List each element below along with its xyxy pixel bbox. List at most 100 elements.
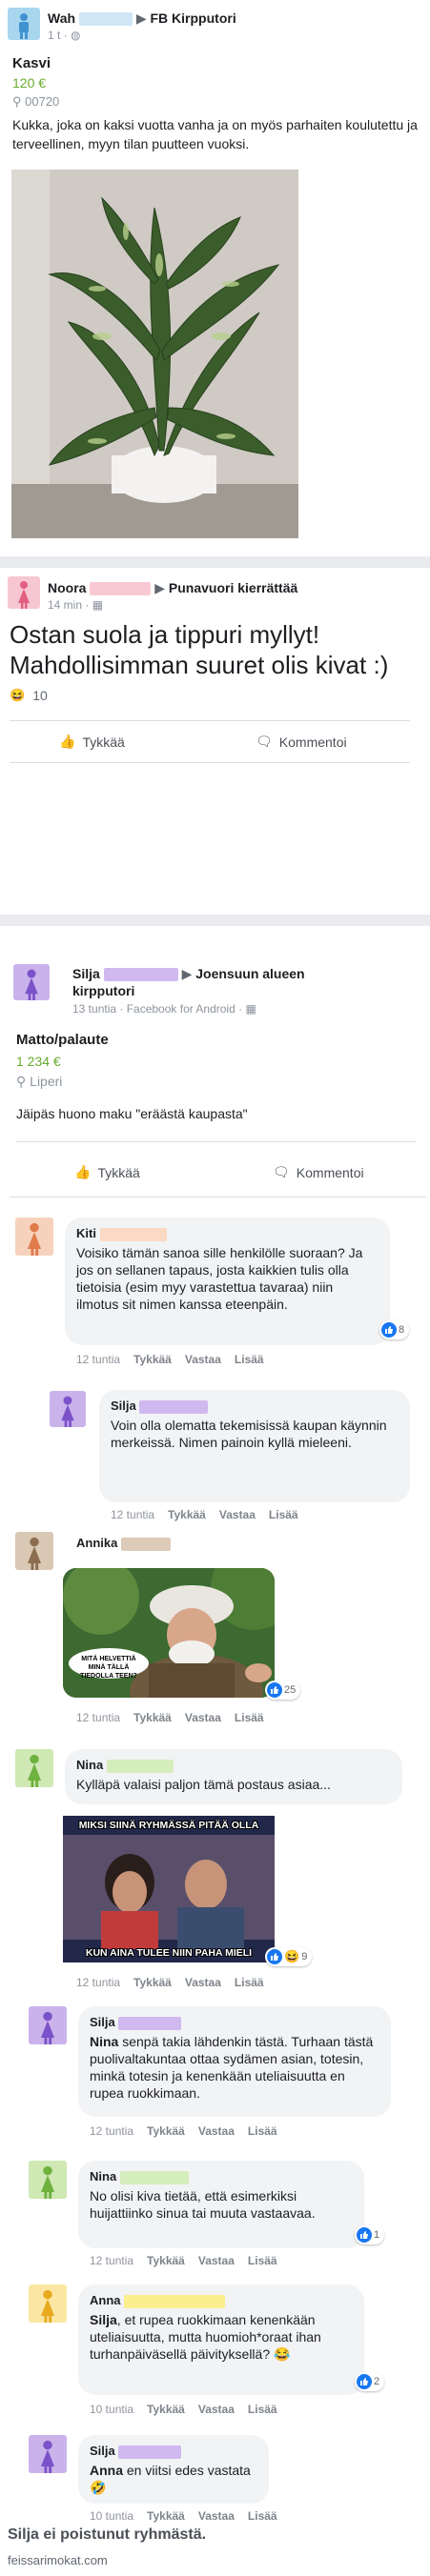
- avatar[interactable]: [8, 8, 40, 40]
- comment-author[interactable]: Silja: [90, 2014, 379, 2031]
- comment-actions: 12 tuntia Tykkää Vastaa Lisää: [111, 1508, 298, 1521]
- reply-link[interactable]: Vastaa: [185, 1711, 221, 1724]
- more-link[interactable]: Lisää: [269, 1508, 298, 1521]
- reply-link[interactable]: Vastaa: [198, 2509, 235, 2523]
- avatar[interactable]: [29, 2006, 67, 2044]
- redacted-name: [118, 2445, 182, 2459]
- like-button[interactable]: 👍 Tykkää: [74, 1164, 140, 1180]
- comment-button[interactable]: 🗨 Kommentoi: [256, 734, 347, 750]
- more-link[interactable]: Lisää: [235, 1711, 264, 1724]
- reaction-count[interactable]: 😆 9: [265, 1947, 313, 1966]
- avatar[interactable]: [13, 964, 50, 1000]
- divider: [10, 720, 410, 721]
- reaction-count[interactable]: 25: [265, 1680, 301, 1700]
- thumbs-up-icon: 👍: [74, 1164, 92, 1179]
- item-title: Matto/palaute: [16, 1032, 109, 1048]
- more-link[interactable]: Lisää: [235, 1353, 264, 1366]
- avatar[interactable]: [29, 2161, 67, 2199]
- comment-author[interactable]: Nina: [90, 2168, 353, 2185]
- reaction-summary[interactable]: 😆 10: [10, 688, 48, 703]
- meme-caption: MITÄ HELVETTIÄ MINÄ TÄLLÄ TIEDOLLA TEEN?: [80, 1656, 137, 1680]
- like-button[interactable]: 👍 Tykkää: [59, 734, 125, 750]
- like-icon: [357, 2227, 372, 2243]
- like-link[interactable]: Tykkää: [133, 1353, 172, 1366]
- comment-author[interactable]: Kiti: [76, 1225, 379, 1242]
- avatar[interactable]: [15, 1749, 53, 1787]
- reply-link[interactable]: Vastaa: [198, 2124, 235, 2138]
- reaction-count[interactable]: 2: [355, 2372, 385, 2391]
- mention[interactable]: Nina: [90, 2034, 118, 2049]
- comment-bubble: Silja Voin olla olematta tekemisissä kau…: [99, 1390, 410, 1502]
- avatar[interactable]: [15, 1532, 53, 1570]
- members-icon: ▦: [92, 598, 104, 612]
- redacted-name: [103, 968, 178, 982]
- comment-text: Nina senpä takia lähdenkin tästä. Turhaa…: [90, 2034, 374, 2101]
- more-link[interactable]: Lisää: [248, 2254, 277, 2267]
- like-link[interactable]: Tykkää: [147, 2509, 185, 2523]
- more-link[interactable]: Lisää: [248, 2509, 277, 2523]
- redacted-name: [90, 582, 152, 596]
- redacted-name: [120, 1537, 171, 1551]
- author-name[interactable]: Noora: [48, 580, 86, 595]
- avatar[interactable]: [15, 1218, 53, 1256]
- avatar[interactable]: [29, 2435, 67, 2473]
- avatar[interactable]: [8, 576, 40, 609]
- reply-link[interactable]: Vastaa: [198, 2403, 235, 2416]
- comment-bubble: Silja Nina senpä takia lähdenkin tästä. …: [78, 2006, 391, 2117]
- comment-bubble: Anna Silja, et rupea ruokkimaan kenenkää…: [78, 2284, 364, 2395]
- watermark: feissarimokat.com: [8, 2553, 108, 2567]
- more-link[interactable]: Lisää: [248, 2124, 277, 2138]
- comment-button[interactable]: 🗨 Kommentoi: [273, 1164, 364, 1180]
- item-price: 120 €: [12, 75, 47, 91]
- avatar[interactable]: [50, 1391, 86, 1427]
- meme-image[interactable]: MIKSI SIINÄ RYHMÄSSÄ PITÄÄ OLLA KUN AINA…: [63, 1816, 275, 1962]
- like-link[interactable]: Tykkää: [133, 1711, 172, 1724]
- comment-author[interactable]: Nina: [76, 1757, 391, 1774]
- plant-photo[interactable]: [11, 170, 298, 538]
- arrow-icon: ▶: [154, 580, 166, 595]
- comment-author[interactable]: Silja: [90, 2443, 257, 2460]
- comment-text: Kylläpä valaisi paljon tämä postaus asia…: [76, 1777, 331, 1792]
- comment-bubble: Nina Kylläpä valaisi paljon tämä postaus…: [65, 1749, 402, 1804]
- redacted-name: [99, 1227, 167, 1241]
- comment-bubble: Silja Anna en viitsi edes vastata🤣: [78, 2435, 269, 2504]
- mention[interactable]: Anna: [90, 2463, 123, 2478]
- reaction-count[interactable]: 8: [379, 1320, 410, 1339]
- like-link[interactable]: Tykkää: [133, 1976, 172, 1989]
- comment-author[interactable]: Anna: [90, 2292, 353, 2309]
- more-link[interactable]: Lisää: [248, 2403, 277, 2416]
- comment-actions: 12 tuntia Tykkää Vastaa Lisää: [76, 1976, 264, 1989]
- like-link[interactable]: Tykkää: [168, 1508, 206, 1521]
- author-name[interactable]: Silja: [72, 966, 100, 981]
- post-separator: [0, 556, 430, 568]
- speech-bubble-icon: 🗨: [256, 734, 273, 749]
- comment-actions: 12 tuntia Tykkää Vastaa Lisää: [90, 2124, 277, 2138]
- comment-author[interactable]: Annika: [76, 1536, 171, 1551]
- mention[interactable]: Silja: [90, 2312, 117, 2327]
- reply-link[interactable]: Vastaa: [198, 2254, 235, 2267]
- comment-actions: 12 tuntia Tykkää Vastaa Lisää: [76, 1711, 264, 1724]
- speech-bubble-icon: 🗨: [273, 1164, 290, 1179]
- group-name[interactable]: FB Kirpputori: [151, 10, 236, 26]
- thumbs-up-icon: 👍: [59, 734, 76, 749]
- meme-image[interactable]: MITÄ HELVETTIÄ MINÄ TÄLLÄ TIEDOLLA TEEN?: [63, 1568, 275, 1698]
- more-link[interactable]: Lisää: [235, 1976, 264, 1989]
- post-text: Ostan suola ja tippuri myllyt! Mahdollis…: [10, 620, 389, 679]
- caption: Silja ei poistunut ryhmästä.: [8, 2526, 207, 2543]
- reply-link[interactable]: Vastaa: [185, 1353, 221, 1366]
- redacted-name: [139, 1399, 209, 1414]
- author-name[interactable]: Wah: [48, 10, 75, 26]
- like-link[interactable]: Tykkää: [147, 2403, 185, 2416]
- arrow-icon: ▶: [181, 966, 193, 981]
- reply-link[interactable]: Vastaa: [219, 1508, 256, 1521]
- like-link[interactable]: Tykkää: [147, 2124, 185, 2138]
- reply-link[interactable]: Vastaa: [185, 1976, 221, 1989]
- meme-bottom-caption: KUN AINA TULEE NIIN PAHA MIELI: [85, 1947, 253, 1959]
- like-link[interactable]: Tykkää: [147, 2254, 185, 2267]
- globe-icon: ◍: [71, 29, 81, 42]
- group-name[interactable]: Punavuori kierrättää: [169, 580, 297, 595]
- comment-author[interactable]: Silja: [111, 1398, 399, 1415]
- avatar[interactable]: [29, 2284, 67, 2323]
- members-icon: ▦: [245, 1002, 256, 1016]
- reaction-count[interactable]: 1: [355, 2225, 385, 2244]
